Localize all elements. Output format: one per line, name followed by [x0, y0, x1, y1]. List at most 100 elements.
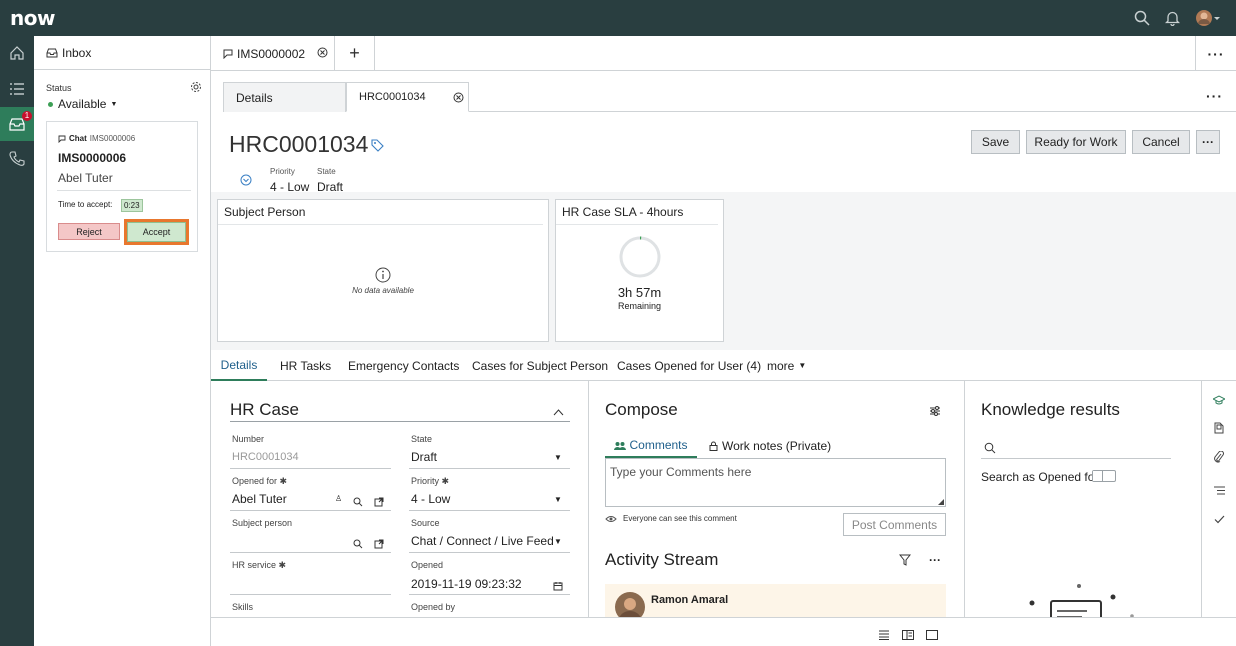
list-icon[interactable]: [1214, 482, 1225, 500]
activity-entry: Ramon Amaral: [605, 584, 946, 617]
search-as-toggle[interactable]: [1092, 470, 1116, 482]
close-tab-icon[interactable]: [453, 92, 464, 103]
visibility-note: Everyone can see this comment: [605, 514, 737, 523]
caret-down-icon[interactable]: ▼: [554, 495, 562, 504]
collapse-section-icon[interactable]: [553, 403, 564, 421]
opened-field[interactable]: 2019-11-19 09:23:32: [411, 577, 522, 591]
comments-tab-label: Comments: [629, 438, 688, 452]
state-select[interactable]: Draft: [411, 450, 437, 464]
add-tab-button[interactable]: +: [335, 36, 375, 71]
search-icon[interactable]: [984, 441, 996, 459]
content-tab-label: HR Tasks: [280, 358, 332, 373]
paperclip-icon[interactable]: [1214, 450, 1224, 468]
save-button[interactable]: Save: [971, 130, 1020, 154]
bell-icon[interactable]: [1162, 8, 1182, 28]
accept-button[interactable]: Accept: [127, 222, 186, 242]
time-to-accept-label: Time to accept:: [58, 200, 113, 209]
required-icon: ✱: [441, 476, 450, 486]
inbox-panel: Inbox Status Available ▼ Chat IMS0000006…: [34, 36, 211, 646]
full-width-layout-icon[interactable]: [926, 627, 938, 645]
content-tab-more[interactable]: more ▼: [767, 350, 806, 381]
content-tab-cases-opened[interactable]: Cases Opened for User (4): [617, 350, 761, 381]
content-tab-emergency-contacts[interactable]: Emergency Contacts: [348, 350, 459, 381]
hr-service-underline[interactable]: [230, 594, 391, 595]
inbox-rail-icon[interactable]: 1: [0, 107, 34, 141]
eye-icon: [605, 515, 617, 523]
tab-ims0000002[interactable]: IMS0000002: [211, 36, 335, 71]
lock-icon: [709, 441, 718, 451]
user-avatar[interactable]: [1195, 8, 1221, 28]
search-icon[interactable]: [1132, 8, 1152, 28]
checkmark-icon[interactable]: [1214, 511, 1225, 529]
content-tab-hr-tasks[interactable]: HR Tasks: [280, 350, 331, 381]
skills-label: Skills: [232, 602, 254, 612]
work-notes-tab-label: Work notes (Private): [722, 439, 832, 453]
comments-tab[interactable]: Comments: [605, 434, 697, 458]
subject-person-widget: Subject Person No data available: [217, 199, 549, 342]
ready-for-work-button[interactable]: Ready for Work: [1026, 130, 1126, 154]
subtab-record-label: HRC0001034: [359, 91, 426, 103]
status-dropdown[interactable]: Available ▼: [48, 97, 117, 111]
list-icon[interactable]: [0, 72, 34, 106]
compose-settings-icon[interactable]: [929, 404, 941, 422]
required-icon: ✱: [279, 476, 288, 486]
caret-down-icon: ▼: [110, 100, 118, 108]
chat-channel-label: Chat: [69, 134, 87, 143]
priority-select[interactable]: 4 - Low: [411, 492, 450, 506]
caret-down-icon[interactable]: ▼: [554, 537, 562, 546]
tabs-more-icon[interactable]: ···: [1195, 36, 1236, 71]
source-label: Source: [411, 518, 440, 528]
time-to-accept-value: 0:23: [121, 199, 143, 212]
search-as-label: Search as Opened for: [981, 470, 1099, 484]
comments-textarea[interactable]: Type your Comments here: [605, 458, 946, 507]
content-tab-cases-subject[interactable]: Cases for Subject Person: [472, 350, 608, 381]
single-column-layout-icon[interactable]: [878, 627, 890, 645]
subtabs-more-icon[interactable]: ···: [1206, 88, 1223, 104]
more-actions-button[interactable]: ···: [1196, 130, 1220, 154]
inbox-title: Inbox: [62, 45, 92, 60]
tab-label: IMS0000002: [237, 46, 306, 61]
content-tab-label: Emergency Contacts: [348, 358, 460, 373]
left-rail: 1: [0, 36, 34, 646]
bottom-layout-bar: [211, 617, 1236, 646]
record-number-title: HRC0001034: [229, 131, 369, 157]
cancel-button[interactable]: Cancel: [1132, 130, 1190, 154]
caret-down-icon: ▼: [798, 361, 807, 370]
collapse-header-icon[interactable]: [240, 173, 252, 191]
subtabs-divider: [469, 111, 1236, 112]
caret-down-icon[interactable]: ▼: [554, 453, 562, 462]
opened-for-underline: [230, 510, 391, 511]
subject-person-title: Subject Person: [218, 200, 543, 225]
person-icon[interactable]: ♙: [335, 494, 342, 503]
compose-title: Compose: [605, 400, 678, 419]
two-column-layout-icon[interactable]: [902, 627, 914, 645]
subtab-hrc0001034[interactable]: HRC0001034: [346, 82, 469, 112]
source-select[interactable]: Chat / Connect / Live Feed: [411, 534, 554, 548]
graduation-cap-icon[interactable]: [1211, 392, 1227, 410]
home-icon[interactable]: [0, 36, 34, 70]
reject-button[interactable]: Reject: [58, 223, 120, 240]
filter-icon[interactable]: [898, 553, 912, 571]
priority-underline: [409, 510, 570, 511]
now-logo[interactable]: now: [10, 6, 55, 30]
subtab-details[interactable]: Details: [223, 82, 346, 112]
resize-handle-icon[interactable]: [938, 499, 944, 505]
info-icon: [375, 267, 391, 288]
avatar: [615, 592, 645, 617]
close-tab-icon[interactable]: [317, 47, 328, 58]
people-icon: [614, 441, 627, 450]
post-comments-button[interactable]: Post Comments: [843, 513, 946, 536]
document-icon[interactable]: [1214, 421, 1224, 439]
knowledge-search-input[interactable]: [981, 458, 1171, 459]
comments-placeholder: Type your Comments here: [610, 465, 752, 479]
content-tab-details[interactable]: Details: [211, 350, 267, 381]
gear-icon[interactable]: [189, 80, 203, 94]
tag-icon[interactable]: [371, 139, 384, 157]
opened-for-field[interactable]: Abel Tuter: [232, 492, 287, 506]
required-icon: ✱: [278, 560, 287, 570]
activity-more-icon[interactable]: ···: [929, 553, 941, 567]
work-notes-tab[interactable]: Work notes (Private): [709, 434, 831, 458]
number-field: HRC0001034: [232, 451, 299, 463]
compose-panel: Compose Comments Work notes (Private) Ty…: [589, 381, 965, 617]
phone-icon[interactable]: [0, 142, 34, 176]
